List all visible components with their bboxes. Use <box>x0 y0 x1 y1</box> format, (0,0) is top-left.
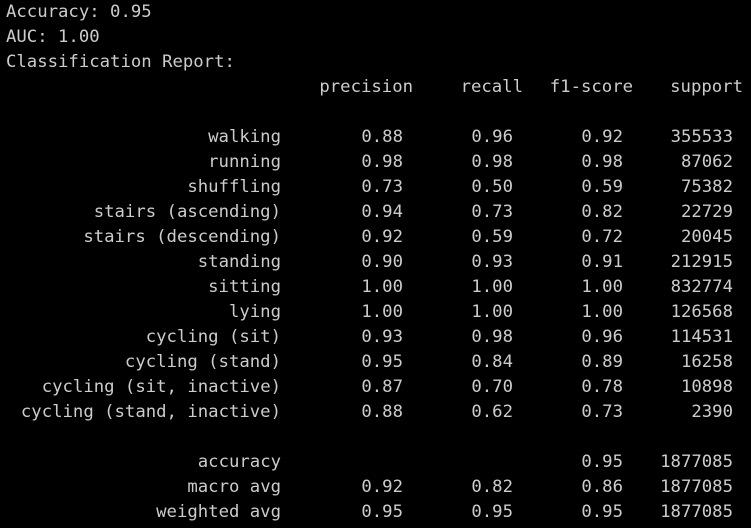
precision-value: 0.90 <box>361 252 403 272</box>
table-row: running 0.98 0.98 0.98 87062 <box>0 150 751 175</box>
support-value: 212915 <box>670 252 733 272</box>
report-header-row: precision recall f1-score support <box>0 75 751 100</box>
class-label: stairs (descending) <box>83 227 281 247</box>
recall-value: 0.82 <box>471 477 513 497</box>
f1-score-value: 0.78 <box>581 377 623 397</box>
class-label: cycling (stand) <box>124 352 281 372</box>
support-value: 87062 <box>680 152 733 172</box>
precision-value: 0.92 <box>361 477 403 497</box>
support-value: 1877085 <box>660 452 733 472</box>
f1-score-value: 1.00 <box>581 302 623 322</box>
table-row: shuffling 0.73 0.50 0.59 75382 <box>0 175 751 200</box>
table-row: cycling (stand, inactive) 0.88 0.62 0.73 239… <box>0 400 751 425</box>
summary-row: weighted avg 0.95 0.95 0.95 1877085 <box>0 500 751 525</box>
class-label: shuffling <box>187 177 281 197</box>
table-row: stairs (ascending) 0.94 0.73 0.82 22729 <box>0 200 751 225</box>
support-value: 2390 <box>691 402 733 422</box>
precision-value: 1.00 <box>361 277 403 297</box>
precision-value: 0.88 <box>361 402 403 422</box>
f1-score-value: 0.96 <box>581 327 623 347</box>
f1-score-value: 0.73 <box>581 402 623 422</box>
recall-value: 1.00 <box>471 277 513 297</box>
recall-value: 1.00 <box>471 302 513 322</box>
f1-score-value: 0.82 <box>581 202 623 222</box>
table-row: cycling (sit, inactive) 0.87 0.70 0.78 10898 <box>0 375 751 400</box>
recall-value: 0.73 <box>471 202 513 222</box>
support-value: 20045 <box>680 227 733 247</box>
summary-row: macro avg 0.92 0.82 0.86 1877085 <box>0 475 751 500</box>
recall-value: 0.59 <box>471 227 513 247</box>
accuracy-line: Accuracy: 0.95 <box>6 2 152 22</box>
class-label: accuracy <box>197 452 281 472</box>
support-value: 355533 <box>670 127 733 147</box>
f1-score-value: 0.86 <box>581 477 623 497</box>
recall-value: 0.50 <box>471 177 513 197</box>
recall-value: 0.95 <box>471 502 513 522</box>
recall-value: 0.70 <box>471 377 513 397</box>
table-row: sitting 1.00 1.00 1.00 832774 <box>0 275 751 300</box>
class-label: cycling (stand, inactive) <box>20 402 281 422</box>
class-label: lying <box>228 302 281 322</box>
recall-value: 0.98 <box>471 152 513 172</box>
table-row: walking 0.88 0.96 0.92 355533 <box>0 125 751 150</box>
class-label: stairs (ascending) <box>93 202 281 222</box>
support-value: 16258 <box>680 352 733 372</box>
f1-score-value: 0.95 <box>581 502 623 522</box>
support-value: 75382 <box>680 177 733 197</box>
precision-value: 0.94 <box>361 202 403 222</box>
header-precision: precision <box>319 77 413 97</box>
class-label: walking <box>208 127 281 147</box>
precision-value: 0.95 <box>361 502 403 522</box>
f1-score-value: 0.98 <box>581 152 623 172</box>
precision-value: 0.73 <box>361 177 403 197</box>
f1-score-value: 0.59 <box>581 177 623 197</box>
precision-value: 0.93 <box>361 327 403 347</box>
summary-row: accuracy 0.95 1877085 <box>0 450 751 475</box>
table-row: cycling (stand) 0.95 0.84 0.89 16258 <box>0 350 751 375</box>
f1-score-value: 0.89 <box>581 352 623 372</box>
precision-value: 1.00 <box>361 302 403 322</box>
support-value: 114531 <box>670 327 733 347</box>
f1-score-value: 0.91 <box>581 252 623 272</box>
support-value: 832774 <box>670 277 733 297</box>
class-label: cycling (sit) <box>145 327 281 347</box>
table-row: standing 0.90 0.93 0.91 212915 <box>0 250 751 275</box>
class-label: macro avg <box>187 477 281 497</box>
table-row: stairs (descending) 0.92 0.59 0.72 20045 <box>0 225 751 250</box>
recall-value: 0.84 <box>471 352 513 372</box>
f1-score-value: 0.92 <box>581 127 623 147</box>
precision-value: 0.87 <box>361 377 403 397</box>
terminal-output: Accuracy: 0.95 AUC: 1.00 Classification … <box>0 0 751 528</box>
class-label: running <box>208 152 281 172</box>
report-title: Classification Report: <box>6 52 235 72</box>
precision-value: 0.98 <box>361 152 403 172</box>
precision-value: 0.92 <box>361 227 403 247</box>
f1-score-value: 0.95 <box>581 452 623 472</box>
class-label: cycling (sit, inactive) <box>41 377 281 397</box>
precision-value: 0.88 <box>361 127 403 147</box>
table-row: lying 1.00 1.00 1.00 126568 <box>0 300 751 325</box>
recall-value: 0.96 <box>471 127 513 147</box>
f1-score-value: 1.00 <box>581 277 623 297</box>
support-value: 1877085 <box>660 477 733 497</box>
header-f1-score: f1-score <box>549 77 633 97</box>
support-value: 10898 <box>680 377 733 397</box>
class-label: sitting <box>208 277 281 297</box>
header-support: support <box>670 77 743 97</box>
auc-line: AUC: 1.00 <box>6 27 100 47</box>
recall-value: 0.98 <box>471 327 513 347</box>
recall-value: 0.62 <box>471 402 513 422</box>
recall-value: 0.93 <box>471 252 513 272</box>
support-value: 22729 <box>680 202 733 222</box>
table-row: cycling (sit) 0.93 0.98 0.96 114531 <box>0 325 751 350</box>
support-value: 1877085 <box>660 502 733 522</box>
f1-score-value: 0.72 <box>581 227 623 247</box>
class-label: weighted avg <box>156 502 281 522</box>
support-value: 126568 <box>670 302 733 322</box>
precision-value: 0.95 <box>361 352 403 372</box>
header-recall: recall <box>460 77 523 97</box>
class-label: standing <box>197 252 281 272</box>
